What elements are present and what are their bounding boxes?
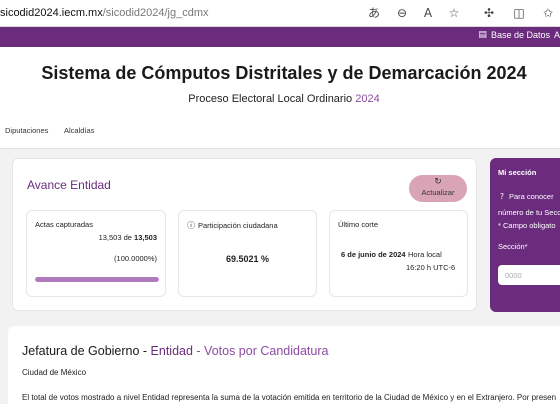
tab-alcaldias[interactable]: Alcaldías bbox=[64, 126, 94, 135]
participacion-value: 69.5021 % bbox=[225, 254, 270, 264]
browser-toolbar: sicodid2024.iecm.mx/sicodid2024/jg_cdmx … bbox=[0, 0, 560, 27]
read-aloud-icon[interactable]: A bbox=[420, 4, 436, 22]
actas-progress-bar bbox=[35, 277, 159, 282]
votos-title-prefix: Jefatura de Gobierno - bbox=[22, 344, 151, 358]
participacion-label-text: Participación ciudadana bbox=[198, 221, 278, 230]
page-subtitle: Proceso Electoral Local Ordinario 2024 bbox=[0, 93, 560, 105]
actas-captured: 13,503 bbox=[98, 233, 122, 242]
database-link[interactable]: ▤ Base de Datos A bbox=[478, 30, 560, 40]
votos-title: Jefatura de Gobierno - Entidad - Votos p… bbox=[22, 344, 328, 358]
favorites-icon[interactable]: ✩ bbox=[540, 4, 556, 22]
mi-seccion-panel: Mi sección ? Para conocer número de tu Se… bbox=[490, 158, 560, 312]
city-name: Ciudad de México bbox=[22, 368, 87, 377]
actas-progress-fill bbox=[35, 277, 159, 282]
actas-label: Actas capturadas bbox=[35, 220, 93, 229]
votos-title-entity: Entidad bbox=[150, 344, 193, 358]
split-screen-icon[interactable]: ◫ bbox=[511, 4, 527, 22]
url-path: /sicodid2024/jg_cdmx bbox=[102, 7, 209, 19]
subtitle-text: Proceso Electoral Local Ordinario bbox=[188, 93, 353, 105]
tab-diputaciones[interactable]: Diputaciones bbox=[5, 126, 48, 135]
page-title: Sistema de Cómputos Distritales y de Dem… bbox=[41, 63, 527, 83]
refresh-button[interactable]: ↻ Actualizar bbox=[409, 175, 467, 202]
participacion-panel: ⓘ Participación ciudadana 69.5021 % bbox=[178, 210, 317, 297]
actas-total: 13,503 bbox=[134, 233, 157, 242]
votos-note: El total de votos mostrado a nivel Entid… bbox=[22, 393, 557, 402]
corte-local-label: Hora local bbox=[408, 250, 442, 259]
extensions-icon[interactable]: ✣ bbox=[481, 4, 497, 22]
database-icon: ▤ bbox=[478, 30, 487, 40]
mi-seccion-info: ? Para conocer bbox=[500, 192, 554, 201]
election-tabs: Diputaciones Alcaldías bbox=[0, 119, 560, 149]
avance-title: Avance Entidad bbox=[27, 178, 111, 192]
participacion-label: ⓘ Participación ciudadana bbox=[187, 220, 278, 231]
actas-count: 13,503 de 13,503 bbox=[99, 233, 157, 242]
corte-date: 6 de junio de 2024 bbox=[341, 250, 406, 259]
help-icon: ? bbox=[500, 192, 504, 201]
mi-seccion-title: Mi sección bbox=[498, 168, 537, 177]
url-host: sicodid2024.iecm.mx bbox=[0, 7, 103, 19]
mi-seccion-info-text: Para conocer bbox=[508, 192, 554, 201]
zoom-icon[interactable]: ⊖ bbox=[394, 4, 410, 22]
ultimo-corte-panel: Último corte 6 de junio de 2024 Hora loc… bbox=[329, 210, 468, 297]
subtitle-year: 2024 bbox=[355, 93, 380, 105]
page-header: Sistema de Cómputos Distritales y de Dem… bbox=[0, 47, 560, 119]
corte-time: 16:20 h UTC-6 bbox=[406, 263, 456, 272]
avance-entidad-card: Avance Entidad ↻ Actualizar Actas captur… bbox=[12, 158, 477, 311]
translate-icon[interactable]: あ bbox=[366, 4, 382, 22]
required-field-note: * Campo obligato bbox=[498, 221, 556, 230]
seccion-field-label: Sección* bbox=[498, 242, 528, 251]
seccion-input[interactable] bbox=[498, 265, 560, 285]
actas-of: de bbox=[123, 233, 132, 242]
actas-panel: Actas capturadas 13,503 de 13,503 (100.0… bbox=[26, 210, 166, 297]
corte-label: Último corte bbox=[338, 220, 379, 229]
mi-seccion-info-line2: número de tu Secc bbox=[498, 208, 560, 217]
address-url[interactable]: sicodid2024.iecm.mx/sicodid2024/jg_cdmx bbox=[0, 7, 209, 19]
votos-candidatura-card: Jefatura de Gobierno - Entidad - Votos p… bbox=[8, 326, 560, 404]
next-link-label-cut[interactable]: A bbox=[554, 30, 560, 40]
actas-percent: (100.0000%) bbox=[114, 254, 157, 263]
votos-title-suffix: - Votos por Candidatura bbox=[192, 344, 329, 358]
refresh-icon: ↻ bbox=[434, 177, 442, 187]
info-icon[interactable]: ⓘ bbox=[187, 221, 195, 230]
favorite-star-icon[interactable]: ☆ bbox=[446, 4, 462, 22]
refresh-button-label: Actualizar bbox=[421, 188, 455, 197]
top-navigation-bar: ▤ Base de Datos A bbox=[0, 27, 560, 47]
database-link-label: Base de Datos bbox=[490, 30, 550, 40]
